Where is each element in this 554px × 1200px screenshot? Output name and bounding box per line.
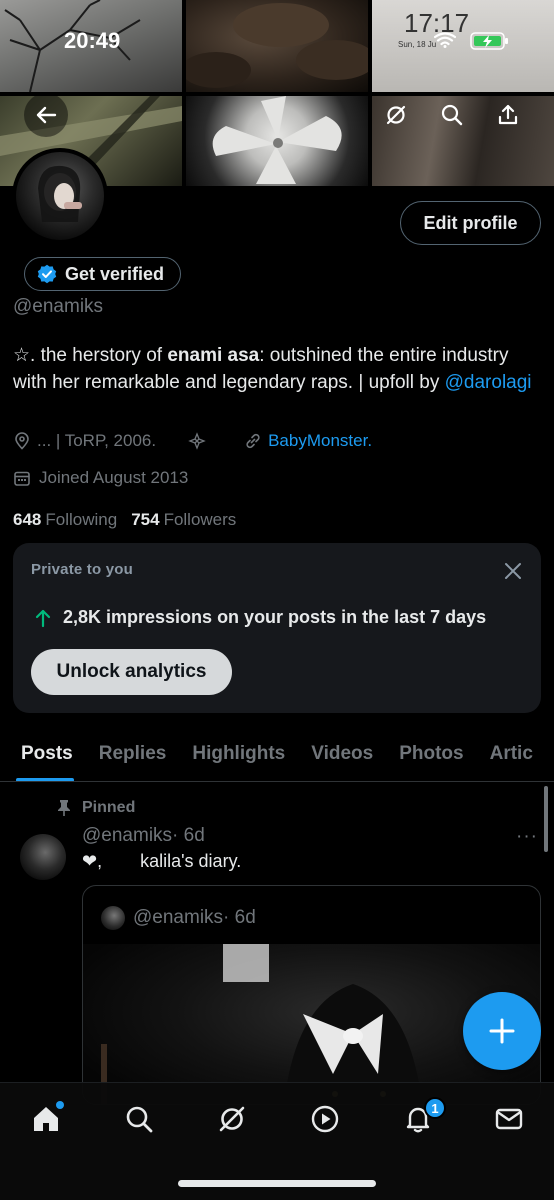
post-text-body: kalila's diary. xyxy=(140,851,242,871)
following-link[interactable]: 648 Following xyxy=(13,510,117,530)
following-label: Following xyxy=(45,510,118,529)
status-time: 20:49 xyxy=(64,28,121,53)
share-icon xyxy=(498,104,518,125)
analytics-card: Private to you 2,8K impressions on your … xyxy=(13,543,541,713)
post-more-button[interactable]: ··· xyxy=(516,826,538,848)
unlock-analytics-button[interactable]: Unlock analytics xyxy=(31,649,232,695)
post-header: @enamiks· 6d xyxy=(82,825,205,847)
location-pin-icon xyxy=(15,432,29,450)
impressions-text: 2,8K impressions on your posts in the la… xyxy=(63,607,487,627)
nav-home[interactable] xyxy=(18,1097,74,1141)
following-count: 648 xyxy=(13,510,42,529)
post-text-lead: ❤, xyxy=(82,851,103,871)
search-button[interactable] xyxy=(430,93,474,137)
share-button[interactable] xyxy=(486,93,530,137)
post-author-handle[interactable]: @enamiks xyxy=(82,825,172,846)
wifi-icon xyxy=(434,32,456,48)
location-item: ... | ToRP, 2006. xyxy=(13,431,156,451)
professional-category-icon xyxy=(188,432,206,450)
quoted-post[interactable]: @enamiks· 6d xyxy=(82,885,541,1105)
verified-badge-icon xyxy=(37,264,57,284)
website-item[interactable]: BabyMonster. xyxy=(244,431,372,451)
home-indicator[interactable] xyxy=(178,1180,376,1187)
grok-icon xyxy=(386,105,406,125)
followers-count: 754 xyxy=(131,510,160,529)
get-verified-button[interactable]: Get verified xyxy=(24,257,182,291)
profile-handle: @enamiks xyxy=(13,296,104,317)
tab-articles[interactable]: Artic xyxy=(477,726,546,781)
profile-avatar[interactable] xyxy=(12,148,108,244)
follow-counts: 648 Following 754 Followers xyxy=(13,510,236,530)
search-icon xyxy=(441,104,463,126)
scrollbar[interactable] xyxy=(544,786,548,852)
battery-icon xyxy=(470,32,508,50)
nav-messages[interactable] xyxy=(481,1097,537,1141)
home-notification-dot xyxy=(56,1101,64,1109)
analytics-card-label: Private to you xyxy=(31,561,133,578)
lockscreen-date: Sun, 18 Ju xyxy=(398,40,437,49)
website-link[interactable]: BabyMonster. xyxy=(268,431,372,451)
bio-mention-link[interactable]: @darolagi xyxy=(445,372,532,393)
close-card-button[interactable] xyxy=(499,557,527,585)
followers-link[interactable]: 754 Followers xyxy=(131,510,236,530)
location-text: ... | ToRP, 2006. xyxy=(37,431,157,450)
nuts-shapes xyxy=(186,3,368,88)
edit-profile-button[interactable]: Edit profile xyxy=(400,201,541,245)
grok-button[interactable] xyxy=(374,93,418,137)
arrow-up-icon xyxy=(35,609,51,627)
mail-icon xyxy=(495,1108,523,1130)
notifications-badge: 1 xyxy=(424,1097,446,1119)
pinned-indicator: Pinned xyxy=(56,799,135,817)
tab-replies[interactable]: Replies xyxy=(86,726,180,781)
get-verified-label: Get verified xyxy=(65,263,165,284)
nav-video[interactable] xyxy=(297,1097,353,1141)
nav-notifications[interactable]: 1 xyxy=(390,1097,446,1141)
close-icon xyxy=(505,563,521,579)
tab-videos[interactable]: Videos xyxy=(298,726,386,781)
bio-bold-name: enami asa xyxy=(167,345,260,366)
profile-tabs: Posts Replies Highlights Videos Photos A… xyxy=(0,726,554,782)
tab-photos[interactable]: Photos xyxy=(386,726,476,781)
followers-label: Followers xyxy=(163,510,237,529)
home-icon xyxy=(34,1107,58,1131)
banner-image-lily xyxy=(186,96,368,186)
joined-date: Joined August 2013 xyxy=(13,468,188,488)
play-circle-icon xyxy=(311,1105,339,1133)
bio-text-prefix: ☆. the herstory of xyxy=(13,345,168,366)
nav-grok[interactable] xyxy=(204,1097,260,1141)
profile-meta-row: ... | ToRP, 2006. BabyMonster. xyxy=(13,431,372,451)
impressions-stat: 2,8K impressions on your posts in the la… xyxy=(33,607,486,628)
pin-icon xyxy=(58,800,70,816)
link-icon xyxy=(246,433,260,449)
banner-image-nuts xyxy=(186,0,368,92)
joined-text: Joined August 2013 xyxy=(39,468,189,487)
pinned-label: Pinned xyxy=(82,799,136,816)
profile-bio: ☆. the herstory of enami asa: outshined … xyxy=(13,342,543,396)
avatar-portrait xyxy=(38,165,82,222)
plus-icon xyxy=(489,1018,515,1044)
quoted-author-avatar xyxy=(101,906,125,930)
quoted-author-handle: @enamiks xyxy=(133,907,224,928)
quoted-timestamp: · 6d xyxy=(223,907,256,928)
category-item xyxy=(188,432,206,450)
lily-flower xyxy=(212,96,342,184)
calendar-icon xyxy=(14,471,30,486)
post-timestamp: · 6d xyxy=(172,825,205,846)
nav-explore[interactable] xyxy=(111,1097,167,1141)
post-text: ❤, kalila's diary. xyxy=(82,851,241,872)
compose-post-button[interactable] xyxy=(463,992,541,1070)
search-icon xyxy=(126,1106,153,1133)
tab-posts[interactable]: Posts xyxy=(0,726,86,781)
post-author-avatar[interactable] xyxy=(20,834,66,880)
arrow-left-icon xyxy=(36,106,57,124)
tab-highlights[interactable]: Highlights xyxy=(179,726,298,781)
grok-icon xyxy=(219,1106,245,1132)
quoted-post-header: @enamiks· 6d xyxy=(101,906,256,930)
back-button[interactable] xyxy=(24,93,68,137)
